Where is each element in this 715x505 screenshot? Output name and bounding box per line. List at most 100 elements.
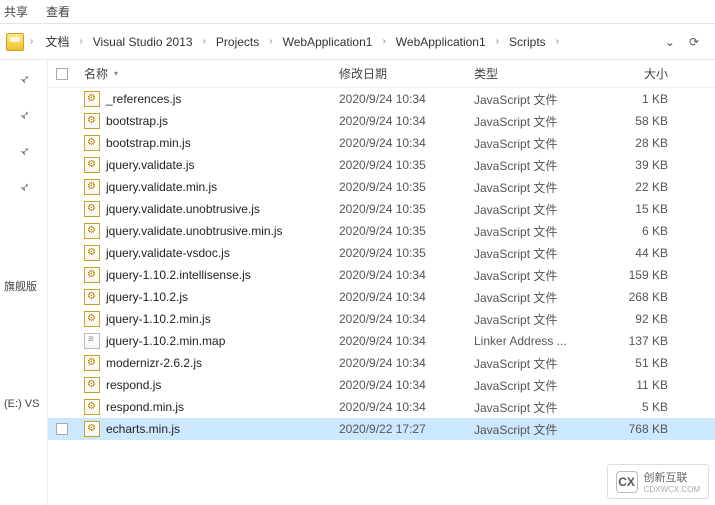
file-name-cell[interactable]: jquery.validate-vsdoc.js <box>76 245 331 261</box>
file-name-cell[interactable]: jquery.validate.js <box>76 157 331 173</box>
file-date-cell: 2020/9/24 10:35 <box>331 180 466 194</box>
file-date-cell: 2020/9/24 10:34 <box>331 114 466 128</box>
table-row[interactable]: jquery.validate.unobtrusive.min.js2020/9… <box>48 220 715 242</box>
table-row[interactable]: bootstrap.js2020/9/24 10:34JavaScript 文件… <box>48 110 715 132</box>
chevron-right-icon[interactable]: › <box>554 36 561 47</box>
column-checkbox[interactable] <box>48 60 76 87</box>
table-row[interactable]: respond.js2020/9/24 10:34JavaScript 文件11… <box>48 374 715 396</box>
file-name-label: respond.js <box>106 378 161 392</box>
table-row[interactable]: jquery-1.10.2.js2020/9/24 10:34JavaScrip… <box>48 286 715 308</box>
chevron-right-icon[interactable]: › <box>494 36 501 47</box>
table-row[interactable]: _references.js2020/9/24 10:34JavaScript … <box>48 88 715 110</box>
table-row[interactable]: jquery.validate-vsdoc.js2020/9/24 10:35J… <box>48 242 715 264</box>
js-file-icon <box>84 311 100 327</box>
watermark-logo: CX <box>616 471 638 493</box>
file-name-cell[interactable]: bootstrap.min.js <box>76 135 331 151</box>
file-type-cell: JavaScript 文件 <box>466 179 586 196</box>
refresh-icon[interactable]: ⟳ <box>689 35 699 49</box>
chevron-down-icon: ▾ <box>114 69 118 78</box>
column-date[interactable]: 修改日期 <box>331 60 466 87</box>
chevron-right-icon[interactable]: › <box>267 36 274 47</box>
chevron-right-icon[interactable]: › <box>201 36 208 47</box>
file-date-cell: 2020/9/24 10:34 <box>331 400 466 414</box>
tab-view[interactable]: 查看 <box>46 3 70 20</box>
file-name-cell[interactable]: jquery-1.10.2.min.map <box>76 333 331 349</box>
column-size[interactable]: 大小 <box>586 60 676 87</box>
file-name-cell[interactable]: jquery-1.10.2.intellisense.js <box>76 267 331 283</box>
js-file-icon <box>84 201 100 217</box>
row-checkbox-cell[interactable] <box>48 423 76 435</box>
table-row[interactable]: respond.min.js2020/9/24 10:34JavaScript … <box>48 396 715 418</box>
pin-icon[interactable] <box>17 144 31 158</box>
file-size-cell: 6 KB <box>586 224 676 238</box>
file-name-label: jquery-1.10.2.min.js <box>106 312 211 326</box>
file-date-cell: 2020/9/24 10:34 <box>331 356 466 370</box>
watermark-line2: CDXWCX.COM <box>644 485 700 494</box>
file-name-cell[interactable]: respond.min.js <box>76 399 331 415</box>
file-name-cell[interactable]: jquery-1.10.2.js <box>76 289 331 305</box>
file-type-cell: JavaScript 文件 <box>466 289 586 306</box>
file-name-cell[interactable]: modernizr-2.6.2.js <box>76 355 331 371</box>
explorer-window: 共享 查看 › 文档›Visual Studio 2013›Projects›W… <box>0 0 715 505</box>
history-dropdown-icon[interactable]: ⌄ <box>665 35 675 49</box>
file-name-cell[interactable]: jquery-1.10.2.min.js <box>76 311 331 327</box>
file-type-cell: JavaScript 文件 <box>466 201 586 218</box>
file-name-cell[interactable]: jquery.validate.min.js <box>76 179 331 195</box>
breadcrumb: 文档›Visual Studio 2013›Projects›WebApplic… <box>39 31 661 52</box>
file-name-cell[interactable]: jquery.validate.unobtrusive.js <box>76 201 331 217</box>
table-row[interactable]: bootstrap.min.js2020/9/24 10:34JavaScrip… <box>48 132 715 154</box>
breadcrumb-item[interactable]: WebApplication1 <box>277 33 379 51</box>
js-file-icon <box>84 377 100 393</box>
pin-icon[interactable] <box>17 180 31 194</box>
breadcrumb-item[interactable]: Projects <box>210 33 265 51</box>
file-name-cell[interactable]: jquery.validate.unobtrusive.min.js <box>76 223 331 239</box>
file-type-cell: JavaScript 文件 <box>466 223 586 240</box>
table-row[interactable]: jquery.validate.min.js 2020/9/24 10:35Jav… <box>48 176 715 198</box>
row-checkbox[interactable] <box>56 423 68 435</box>
file-name-label: jquery.validate.js <box>106 158 195 172</box>
file-type-cell: JavaScript 文件 <box>466 135 586 152</box>
breadcrumb-item[interactable]: WebApplication1 <box>390 33 492 51</box>
file-name-label: modernizr-2.6.2.js <box>106 356 202 370</box>
column-type[interactable]: 类型 <box>466 60 586 87</box>
table-row[interactable]: jquery.validate.unobtrusive.js2020/9/24 … <box>48 198 715 220</box>
file-size-cell: 51 KB <box>586 356 676 370</box>
table-row[interactable]: echarts.min.js2020/9/22 17:27JavaScript … <box>48 418 715 440</box>
file-name-cell[interactable]: _references.js <box>76 91 331 107</box>
file-type-cell: JavaScript 文件 <box>466 113 586 130</box>
breadcrumb-item[interactable]: 文档 <box>39 31 75 52</box>
js-file-icon <box>84 245 100 261</box>
chevron-right-icon[interactable]: › <box>77 36 84 47</box>
file-size-cell: 58 KB <box>586 114 676 128</box>
file-type-cell: JavaScript 文件 <box>466 377 586 394</box>
table-row[interactable]: jquery-1.10.2.min.js2020/9/24 10:34JavaS… <box>48 308 715 330</box>
pin-icon[interactable] <box>17 108 31 122</box>
file-name-label: jquery-1.10.2.intellisense.js <box>106 268 251 282</box>
chevron-right-icon[interactable]: › <box>28 36 35 47</box>
file-name-label: jquery.validate.min.js <box>106 180 217 194</box>
file-size-cell: 15 KB <box>586 202 676 216</box>
chevron-right-icon[interactable]: › <box>380 36 387 47</box>
pin-icon[interactable] <box>17 72 31 86</box>
breadcrumb-item[interactable]: Scripts <box>503 33 552 51</box>
breadcrumb-item[interactable]: Visual Studio 2013 <box>87 33 199 51</box>
file-name-cell[interactable]: respond.js <box>76 377 331 393</box>
file-name-cell[interactable]: echarts.min.js <box>76 421 331 437</box>
js-file-icon <box>84 91 100 107</box>
file-list-panel: 名称 ▾ 修改日期 类型 大小 _references.js2020/9/24 … <box>48 60 715 505</box>
column-name[interactable]: 名称 ▾ <box>76 60 331 87</box>
js-file-icon <box>84 179 100 195</box>
select-all-checkbox[interactable] <box>56 68 68 80</box>
js-file-icon <box>84 267 100 283</box>
file-type-cell: JavaScript 文件 <box>466 421 586 438</box>
table-row[interactable]: jquery.validate.js2020/9/24 10:35JavaScr… <box>48 154 715 176</box>
tab-share[interactable]: 共享 <box>4 3 28 20</box>
file-name-label: jquery-1.10.2.min.map <box>106 334 225 348</box>
table-row[interactable]: modernizr-2.6.2.js 2020/9/24 10:34JavaScr… <box>48 352 715 374</box>
table-row[interactable]: jquery-1.10.2.intellisense.js2020/9/24 1… <box>48 264 715 286</box>
file-size-cell: 768 KB <box>586 422 676 436</box>
file-date-cell: 2020/9/24 10:34 <box>331 334 466 348</box>
file-name-cell[interactable]: bootstrap.js <box>76 113 331 129</box>
file-type-cell: JavaScript 文件 <box>466 355 586 372</box>
table-row[interactable]: jquery-1.10.2.min.map2020/9/24 10:34Link… <box>48 330 715 352</box>
